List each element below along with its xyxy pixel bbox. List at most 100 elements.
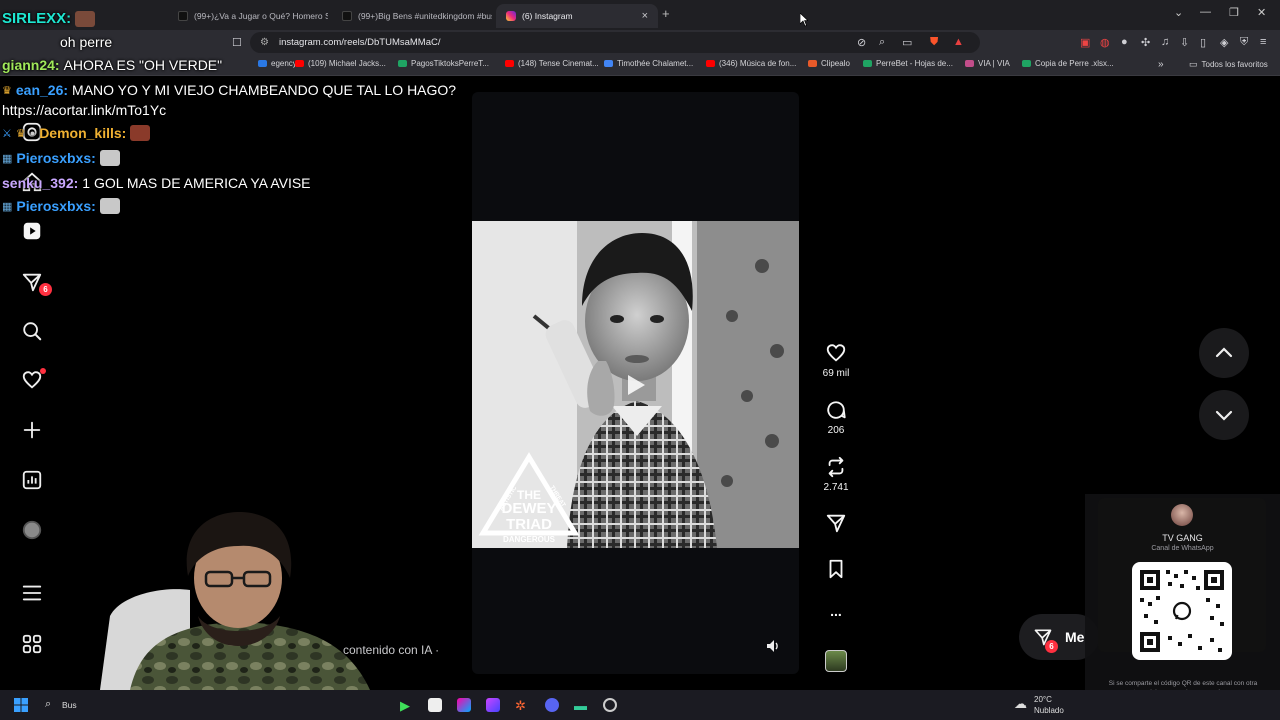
tab-label: (6) Instagram <box>522 11 573 21</box>
close-tab-icon[interactable]: × <box>642 10 648 22</box>
tab-label: (99+)¿Va a Jugar o Qué? Homero Sim <box>194 11 328 21</box>
cast-icon[interactable]: ▭ <box>902 36 912 49</box>
whatsapp-channel-card: TV GANG Canal de WhatsApp Si se comparte… <box>1085 494 1280 720</box>
save-button[interactable] <box>818 558 854 584</box>
more-options-button[interactable]: ... <box>818 603 854 619</box>
notifications-heart-icon[interactable] <box>18 366 46 394</box>
bookmark-item[interactable]: Copia de Perre .xlsx... <box>1022 59 1114 68</box>
dashboard-icon[interactable] <box>18 466 46 494</box>
qr-code-image <box>1140 570 1224 652</box>
audio-thumbnail[interactable] <box>825 650 847 672</box>
reel-video-card[interactable]: THE DEWEY TRIAD DANGEROUS AUTISTIC THREA… <box>472 92 799 674</box>
search-icon[interactable] <box>18 317 46 345</box>
terminal-icon[interactable]: ▶ <box>400 698 414 713</box>
vpn-icon[interactable]: ⛨ <box>1240 36 1248 49</box>
chat-text: oh perre <box>60 34 113 50</box>
crown-icon: ♛ <box>15 127 26 140</box>
chat-message: giann24: AHORA ES "OH VERDE" <box>2 57 222 73</box>
chat-username: giann24: <box>2 57 60 73</box>
tab-homero[interactable]: (99+)¿Va a Jugar o Qué? Homero Sim <box>168 4 328 28</box>
bookmark-item[interactable]: PerreBet - Hojas de... <box>863 59 953 68</box>
davinci-icon[interactable] <box>486 698 500 712</box>
previous-reel-button[interactable] <box>1199 328 1249 378</box>
url-text[interactable]: instagram.com/reels/DbTUMsaMMaC/ <box>279 37 441 48</box>
weather-icon[interactable]: ☁ <box>1014 696 1027 712</box>
next-reel-button[interactable] <box>1199 390 1249 440</box>
extension-icon[interactable]: ▣ <box>1080 36 1090 49</box>
bookmarks-overflow-button[interactable]: » <box>1158 59 1164 70</box>
menu-icon[interactable]: ≡ <box>1260 36 1266 48</box>
bookmark-item[interactable]: (148) Tense Cinemat... <box>505 59 599 68</box>
chat-link[interactable]: https://acortar.link/mTo1Yc <box>2 102 166 118</box>
windows-start-icon[interactable] <box>14 698 28 712</box>
new-tab-button[interactable]: + <box>662 6 670 21</box>
sheets-icon <box>1022 60 1031 67</box>
brave-rewards-icon[interactable]: ▲ <box>953 36 964 48</box>
photos-icon[interactable] <box>457 698 471 712</box>
close-window-button[interactable]: ✕ <box>1257 6 1266 19</box>
bookmark-label: Timothée Chalamet... <box>617 59 694 68</box>
reel-video-frame[interactable]: THE DEWEY TRIAD DANGEROUS AUTISTIC THREA… <box>472 221 799 548</box>
apps-grid-icon[interactable] <box>18 630 46 658</box>
chat-username: Pierosxbxs: <box>16 198 96 214</box>
messages-pill-label: Me <box>1065 629 1085 645</box>
minimize-button[interactable]: — <box>1200 6 1211 18</box>
create-icon[interactable] <box>18 416 46 444</box>
sidebar-icon[interactable]: ▯ <box>1200 36 1206 49</box>
bookmark-item[interactable]: VIA | VIA <box>965 59 1010 68</box>
like-button[interactable]: 69 mil <box>818 342 854 379</box>
chat-username: senku_392: <box>2 175 79 191</box>
bookmark-item[interactable]: Timothée Chalamet... <box>604 59 693 68</box>
site-info-icon[interactable]: ⚙ <box>260 37 269 48</box>
reels-icon[interactable] <box>18 217 46 245</box>
bookmark-label: (109) Michael Jacks... <box>308 59 386 68</box>
discord-icon[interactable] <box>545 698 559 712</box>
audio-volume-icon[interactable] <box>765 638 781 654</box>
taskbar-search-icon[interactable]: ⌕ <box>45 698 51 711</box>
bookmark-item[interactable]: PagosTiktoksPerreT... <box>398 59 489 68</box>
chat-message: https://acortar.link/mTo1Yc <box>2 102 166 118</box>
docs-icon <box>604 60 613 67</box>
more-menu-icon[interactable] <box>18 579 46 607</box>
taskbar-search-input[interactable]: Bus <box>62 700 77 710</box>
omnibox[interactable]: ⚙ instagram.com/reels/DbTUMsaMMaC/ <box>250 32 980 53</box>
messages-icon[interactable]: 6 <box>18 268 52 296</box>
maximize-button[interactable]: ❐ <box>1229 6 1239 19</box>
via-icon <box>965 60 974 67</box>
chat-message: SIRLEXX: <box>2 10 96 27</box>
tab-search-icon[interactable]: ⌄ <box>1174 6 1183 19</box>
folder-icon: ▭ <box>1189 59 1198 69</box>
bookmark-label: PagosTiktoksPerreT... <box>411 59 489 68</box>
bookmark-item[interactable]: egency <box>258 59 297 68</box>
repost-button[interactable]: 2.741 <box>818 456 854 493</box>
weather-temp: 20°C <box>1034 695 1052 704</box>
brave-icon[interactable] <box>603 698 617 712</box>
profile-avatar[interactable] <box>18 516 46 544</box>
messages-badge: 6 <box>39 283 52 296</box>
bookmark-item[interactable]: (346) Música de fon... <box>706 59 796 68</box>
play-icon[interactable] <box>626 374 646 396</box>
tab-big-bens[interactable]: (99+)Big Bens #unitedkingdom #bus <box>332 4 492 28</box>
camera-blocked-icon[interactable]: ⊘ <box>857 36 866 49</box>
sub-badge-icon: ▦ <box>2 200 13 213</box>
bookmark-item[interactable]: Clipealo <box>808 59 850 68</box>
tab-instagram[interactable]: (6) Instagram × <box>496 4 658 28</box>
music-icon[interactable]: ♫ <box>1161 36 1169 48</box>
share-button[interactable] <box>818 512 854 538</box>
comment-button[interactable]: 206 <box>818 399 854 436</box>
brave-shield-icon[interactable]: ⛊ <box>930 36 938 49</box>
all-bookmarks-button[interactable]: ▭ Todos los favoritos <box>1189 59 1268 70</box>
wallet-icon[interactable]: ◈ <box>1220 36 1228 49</box>
extension-icon[interactable]: ● <box>1121 36 1128 48</box>
puzzle-icon[interactable]: ✣ <box>1141 36 1150 49</box>
tab-label: (99+)Big Bens #unitedkingdom #bus <box>358 11 492 21</box>
download-icon[interactable]: ⇩ <box>1180 36 1189 49</box>
bookmark-item[interactable]: (109) Michael Jacks... <box>295 59 386 68</box>
app-icon[interactable]: ▬ <box>574 698 588 713</box>
zoom-icon[interactable]: ⌕ <box>879 36 885 49</box>
comments-count: 206 <box>827 425 845 436</box>
extension-off-icon[interactable]: ◍ <box>1100 36 1110 49</box>
capcut-icon[interactable] <box>428 698 442 712</box>
bookmark-page-icon[interactable]: ☐ <box>232 36 242 49</box>
app-icon[interactable]: ✲ <box>515 698 529 713</box>
